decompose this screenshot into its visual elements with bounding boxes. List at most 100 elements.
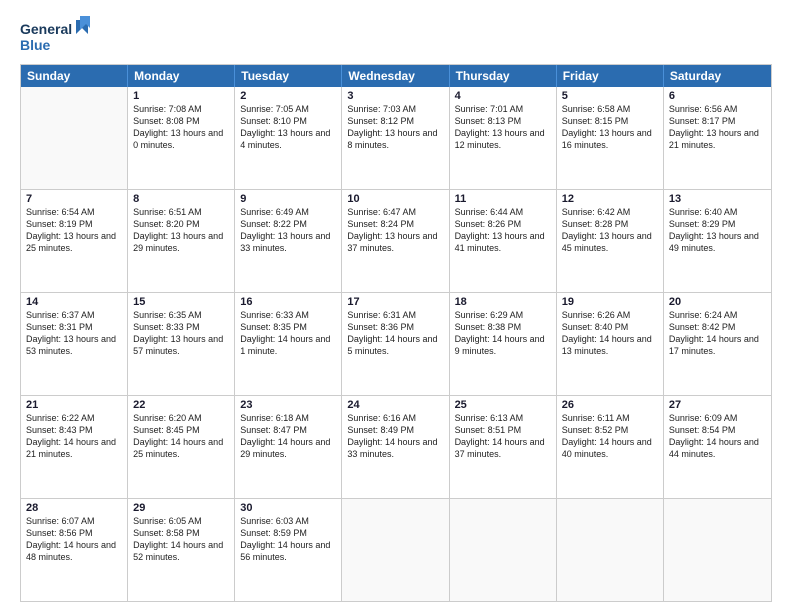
day-number: 3: [347, 90, 443, 102]
day-cell-1: 1 Sunrise: 7:08 AMSunset: 8:08 PMDaylight…: [128, 87, 235, 189]
day-info: Sunrise: 6:49 AMSunset: 8:22 PMDaylight:…: [240, 207, 330, 253]
day-cell-26: 26 Sunrise: 6:11 AMSunset: 8:52 PMDayligh…: [557, 396, 664, 498]
day-cell-22: 22 Sunrise: 6:20 AMSunset: 8:45 PMDayligh…: [128, 396, 235, 498]
day-cell-24: 24Sunrise: 6:16 AMSunset: 8:49 PMDayligh…: [342, 396, 449, 498]
day-info: Sunrise: 6:13 AMSunset: 8:51 PMDaylight:…: [455, 413, 545, 459]
day-info: Sunrise: 6:26 AMSunset: 8:40 PMDaylight:…: [562, 310, 652, 356]
day-cell-2: 2 Sunrise: 7:05 AMSunset: 8:10 PMDaylight…: [235, 87, 342, 189]
day-number: 7: [26, 193, 122, 205]
day-cell-9: 9 Sunrise: 6:49 AMSunset: 8:22 PMDaylight…: [235, 190, 342, 292]
calendar-row-3: 14Sunrise: 6:37 AMSunset: 8:31 PMDayligh…: [21, 292, 771, 395]
day-cell-25: 25 Sunrise: 6:13 AMSunset: 8:51 PMDayligh…: [450, 396, 557, 498]
day-number: 29: [133, 502, 229, 514]
day-cell-16: 16 Sunrise: 6:33 AMSunset: 8:35 PMDayligh…: [235, 293, 342, 395]
day-info: Sunrise: 6:16 AMSunset: 8:49 PMDaylight:…: [347, 413, 437, 459]
day-number: 13: [669, 193, 766, 205]
calendar: SundayMondayTuesdayWednesdayThursdayFrid…: [20, 64, 772, 602]
day-info: Sunrise: 6:35 AMSunset: 8:33 PMDaylight:…: [133, 310, 223, 356]
day-info: Sunrise: 6:58 AMSunset: 8:15 PMDaylight:…: [562, 104, 652, 150]
day-info: Sunrise: 6:29 AMSunset: 8:38 PMDaylight:…: [455, 310, 545, 356]
day-number: 17: [347, 296, 443, 308]
empty-cell: [342, 499, 449, 601]
day-number: 9: [240, 193, 336, 205]
day-info: Sunrise: 6:44 AMSunset: 8:26 PMDaylight:…: [455, 207, 545, 253]
day-number: 15: [133, 296, 229, 308]
day-info: Sunrise: 7:03 AMSunset: 8:12 PMDaylight:…: [347, 104, 437, 150]
day-number: 20: [669, 296, 766, 308]
day-info: Sunrise: 6:56 AMSunset: 8:17 PMDaylight:…: [669, 104, 759, 150]
day-info: Sunrise: 6:11 AMSunset: 8:52 PMDaylight:…: [562, 413, 652, 459]
empty-cell: [21, 87, 128, 189]
day-number: 19: [562, 296, 658, 308]
day-number: 28: [26, 502, 122, 514]
page-header: General Blue: [20, 16, 772, 56]
day-cell-27: 27 Sunrise: 6:09 AMSunset: 8:54 PMDayligh…: [664, 396, 771, 498]
day-number: 10: [347, 193, 443, 205]
day-info: Sunrise: 6:05 AMSunset: 8:58 PMDaylight:…: [133, 516, 223, 562]
day-number: 12: [562, 193, 658, 205]
day-info: Sunrise: 6:47 AMSunset: 8:24 PMDaylight:…: [347, 207, 437, 253]
day-cell-12: 12 Sunrise: 6:42 AMSunset: 8:28 PMDayligh…: [557, 190, 664, 292]
day-cell-7: 7 Sunrise: 6:54 AMSunset: 8:19 PMDaylight…: [21, 190, 128, 292]
day-number: 14: [26, 296, 122, 308]
day-number: 11: [455, 193, 551, 205]
day-cell-8: 8Sunrise: 6:51 AMSunset: 8:20 PMDaylight…: [128, 190, 235, 292]
day-cell-17: 17 Sunrise: 6:31 AMSunset: 8:36 PMDayligh…: [342, 293, 449, 395]
day-number: 27: [669, 399, 766, 411]
day-number: 2: [240, 90, 336, 102]
day-cell-15: 15 Sunrise: 6:35 AMSunset: 8:33 PMDayligh…: [128, 293, 235, 395]
day-info: Sunrise: 6:54 AMSunset: 8:19 PMDaylight:…: [26, 207, 116, 253]
day-cell-21: 21 Sunrise: 6:22 AMSunset: 8:43 PMDayligh…: [21, 396, 128, 498]
calendar-row-1: 1 Sunrise: 7:08 AMSunset: 8:08 PMDaylight…: [21, 87, 771, 189]
day-info: Sunrise: 6:51 AMSunset: 8:20 PMDaylight:…: [133, 207, 223, 253]
day-number: 22: [133, 399, 229, 411]
day-info: Sunrise: 6:22 AMSunset: 8:43 PMDaylight:…: [26, 413, 116, 459]
day-info: Sunrise: 6:40 AMSunset: 8:29 PMDaylight:…: [669, 207, 759, 253]
day-info: Sunrise: 6:18 AMSunset: 8:47 PMDaylight:…: [240, 413, 330, 459]
day-cell-13: 13 Sunrise: 6:40 AMSunset: 8:29 PMDayligh…: [664, 190, 771, 292]
svg-text:Blue: Blue: [20, 37, 51, 53]
day-info: Sunrise: 7:05 AMSunset: 8:10 PMDaylight:…: [240, 104, 330, 150]
header-cell-monday: Monday: [128, 65, 235, 87]
header-cell-thursday: Thursday: [450, 65, 557, 87]
logo-svg: General Blue: [20, 16, 90, 56]
day-cell-3: 3 Sunrise: 7:03 AMSunset: 8:12 PMDaylight…: [342, 87, 449, 189]
day-cell-10: 10 Sunrise: 6:47 AMSunset: 8:24 PMDayligh…: [342, 190, 449, 292]
day-number: 18: [455, 296, 551, 308]
day-number: 30: [240, 502, 336, 514]
day-number: 1: [133, 90, 229, 102]
day-number: 26: [562, 399, 658, 411]
day-cell-6: 6 Sunrise: 6:56 AMSunset: 8:17 PMDaylight…: [664, 87, 771, 189]
calendar-body: 1 Sunrise: 7:08 AMSunset: 8:08 PMDaylight…: [21, 87, 771, 601]
day-number: 21: [26, 399, 122, 411]
day-info: Sunrise: 6:20 AMSunset: 8:45 PMDaylight:…: [133, 413, 223, 459]
day-info: Sunrise: 6:42 AMSunset: 8:28 PMDaylight:…: [562, 207, 652, 253]
empty-cell: [450, 499, 557, 601]
header-cell-wednesday: Wednesday: [342, 65, 449, 87]
day-cell-23: 23Sunrise: 6:18 AMSunset: 8:47 PMDayligh…: [235, 396, 342, 498]
day-info: Sunrise: 6:09 AMSunset: 8:54 PMDaylight:…: [669, 413, 759, 459]
day-cell-11: 11 Sunrise: 6:44 AMSunset: 8:26 PMDayligh…: [450, 190, 557, 292]
day-cell-29: 29 Sunrise: 6:05 AMSunset: 8:58 PMDayligh…: [128, 499, 235, 601]
day-number: 4: [455, 90, 551, 102]
calendar-header: SundayMondayTuesdayWednesdayThursdayFrid…: [21, 65, 771, 87]
day-number: 25: [455, 399, 551, 411]
day-info: Sunrise: 7:08 AMSunset: 8:08 PMDaylight:…: [133, 104, 223, 150]
calendar-row-5: 28Sunrise: 6:07 AMSunset: 8:56 PMDayligh…: [21, 498, 771, 601]
day-info: Sunrise: 6:31 AMSunset: 8:36 PMDaylight:…: [347, 310, 437, 356]
day-cell-18: 18 Sunrise: 6:29 AMSunset: 8:38 PMDayligh…: [450, 293, 557, 395]
header-cell-saturday: Saturday: [664, 65, 771, 87]
day-cell-4: 4 Sunrise: 7:01 AMSunset: 8:13 PMDaylight…: [450, 87, 557, 189]
day-info: Sunrise: 6:33 AMSunset: 8:35 PMDaylight:…: [240, 310, 330, 356]
header-cell-tuesday: Tuesday: [235, 65, 342, 87]
day-cell-5: 5 Sunrise: 6:58 AMSunset: 8:15 PMDaylight…: [557, 87, 664, 189]
day-cell-19: 19 Sunrise: 6:26 AMSunset: 8:40 PMDayligh…: [557, 293, 664, 395]
day-number: 5: [562, 90, 658, 102]
calendar-row-4: 21 Sunrise: 6:22 AMSunset: 8:43 PMDayligh…: [21, 395, 771, 498]
day-cell-20: 20Sunrise: 6:24 AMSunset: 8:42 PMDayligh…: [664, 293, 771, 395]
day-info: Sunrise: 7:01 AMSunset: 8:13 PMDaylight:…: [455, 104, 545, 150]
day-cell-14: 14Sunrise: 6:37 AMSunset: 8:31 PMDayligh…: [21, 293, 128, 395]
calendar-row-2: 7 Sunrise: 6:54 AMSunset: 8:19 PMDaylight…: [21, 189, 771, 292]
day-number: 6: [669, 90, 766, 102]
day-number: 16: [240, 296, 336, 308]
